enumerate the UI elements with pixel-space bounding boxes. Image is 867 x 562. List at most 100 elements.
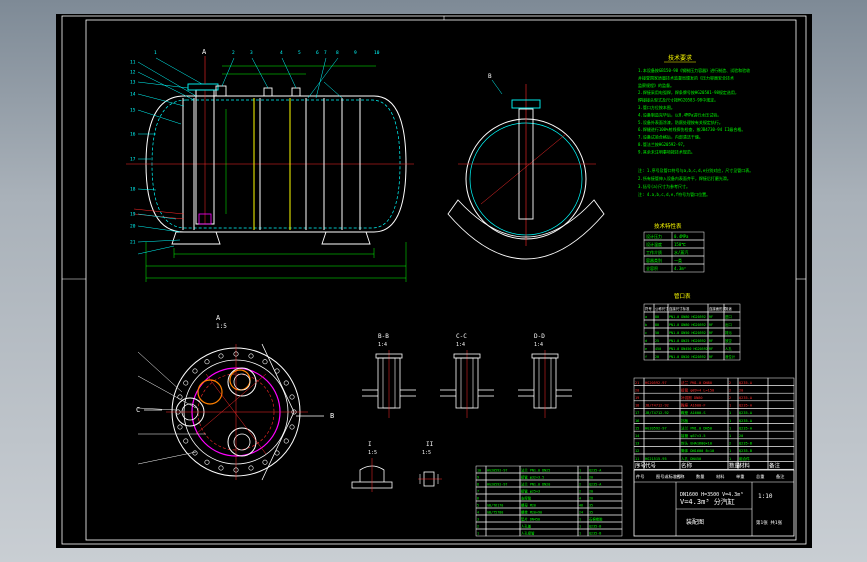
bom-cell: 4 bbox=[579, 496, 581, 500]
nozzle-table-cell: 50 bbox=[655, 331, 659, 335]
bom-cell: 封头 EHA1600×10 bbox=[681, 441, 712, 446]
nozzle-table: 管口表 符号 公称尺寸 连接尺寸标准 连接面形式 用途a 80 PN1.0 DN80 HG2… bbox=[643, 292, 741, 361]
part-tag: 11 bbox=[130, 60, 136, 66]
bom-cell: 2 bbox=[729, 388, 731, 392]
bom-cell: HG20592-97 bbox=[645, 381, 667, 385]
nozzle-table-cell: e bbox=[645, 347, 647, 351]
bom-cell: 2 bbox=[477, 524, 479, 528]
bom-cell: Q235-A bbox=[739, 426, 753, 430]
bom-cell: 1 bbox=[729, 457, 731, 461]
note-line: 6.焊缝进行100%射线探伤检查，按JB4730-94 II级合格。 bbox=[638, 126, 745, 132]
bom-cell: 接管 φ57×3.5 bbox=[681, 433, 706, 438]
note-line: 注: 1.序号及管口符号与a,b,c,d,e分别对应，尺寸见管口表。 bbox=[638, 167, 753, 173]
bom-cell: 3 bbox=[477, 517, 479, 521]
nozzle-table-cell: a bbox=[645, 315, 647, 319]
bom-cell: 螺母 M20 bbox=[521, 502, 536, 507]
nozzle-table-cell: RF bbox=[709, 355, 713, 359]
detail-a-view: A 1:5 B C bbox=[136, 314, 334, 481]
bom-cell: 1 bbox=[579, 475, 581, 479]
section-title: C-C bbox=[456, 333, 467, 340]
sheet-number: 第1张 共1张 bbox=[756, 519, 783, 526]
bolt-hole bbox=[204, 459, 210, 465]
bom-cell: 15 bbox=[635, 426, 639, 430]
nozzle-table-cell: 连接尺寸标准 bbox=[669, 306, 690, 311]
tech-table-label: 容器类别 bbox=[646, 257, 662, 263]
small-details: I 1:5 II 1:5 bbox=[351, 441, 442, 492]
nozzle-table-cell: RF bbox=[709, 331, 713, 335]
technical-notes: 技术要求 1.本设备按GB150-98《钢制压力容器》进行制造、试验和验收 并接… bbox=[638, 54, 753, 197]
bom-cell: 接管 φ25×3 bbox=[521, 488, 540, 493]
bolt-hole bbox=[248, 465, 254, 471]
note-line: 2.所有接管伸入设备内表面齐平，焊接后打磨光滑。 bbox=[638, 175, 731, 181]
bom-cell: 2 bbox=[579, 482, 581, 486]
part-tag: 14 bbox=[130, 92, 136, 98]
section-scale: 1:4 bbox=[456, 342, 465, 348]
bom-cell: 7 bbox=[477, 489, 479, 493]
bolt-hole bbox=[192, 450, 198, 456]
title-block-label: 总重 bbox=[756, 473, 764, 479]
bom-cell: Q235-A bbox=[589, 468, 601, 472]
bom-cell: 接管 φ89×4 L=150 bbox=[681, 387, 714, 392]
part-tag: 19 bbox=[130, 212, 136, 218]
tech-table-label: 全容积 bbox=[646, 265, 658, 271]
nozzle-table-cell: 进口 bbox=[725, 314, 732, 319]
nozzle-table-cell: RF bbox=[709, 323, 713, 327]
bom-cell: 1 bbox=[579, 531, 581, 535]
nozzle-table-cell: RF bbox=[709, 339, 713, 343]
nozzle-table-cell: PN1.0 DN80 HG20592 bbox=[669, 315, 706, 319]
bom-cell: 1 bbox=[729, 426, 731, 430]
drawing-sheet: A B A 1:5 B C B-B 1:4 C-C 1:4 D-D 1:4 I … bbox=[56, 14, 812, 548]
tech-table-value: 4.3m³ bbox=[674, 266, 686, 271]
part-tag: 6 bbox=[316, 50, 319, 56]
nozzle-table-cell: c bbox=[645, 331, 647, 335]
part-tag: 15 bbox=[130, 108, 136, 114]
section-views: B-B 1:4 C-C 1:4 D-D 1:4 bbox=[362, 333, 572, 418]
part-tag: 7 bbox=[324, 50, 327, 56]
detail-a-scale: 1:5 bbox=[216, 323, 227, 330]
bolt-hole bbox=[274, 450, 280, 456]
part-tag: 9 bbox=[354, 50, 357, 56]
bom-cell: Q235-A bbox=[739, 411, 753, 415]
detail-ii-scale: 1:5 bbox=[422, 450, 431, 456]
note-line: 4.设备制造完毕后，以0.4MPa进行水压试验。 bbox=[638, 111, 721, 117]
bom-cell: 10 bbox=[477, 468, 481, 472]
view-a-marker: A bbox=[202, 48, 207, 56]
nozzle-table-cell: 放空 bbox=[725, 338, 732, 343]
bom-cell: 人孔接管 bbox=[521, 530, 535, 535]
bom-cell: 17 bbox=[635, 411, 639, 415]
nozzle-table-cell: PN1.0 DN450 HG20592 bbox=[669, 347, 708, 351]
nozzle-table-title: 管口表 bbox=[674, 292, 691, 300]
bom-cell: 20 bbox=[739, 434, 743, 438]
part-tag: 1 bbox=[154, 50, 157, 56]
bom-cell: 14 bbox=[635, 434, 639, 438]
detail-i-title: I bbox=[368, 441, 372, 448]
note-line: 3.管口方位按本图。 bbox=[638, 104, 675, 110]
nozzle-table-cell: 450 bbox=[655, 347, 661, 351]
bom-cell: 补强圈 DN80 bbox=[681, 395, 703, 400]
nozzle-table-cell: 人孔 bbox=[725, 346, 732, 351]
bolt-hole bbox=[289, 424, 295, 430]
note-line: 1.本设备按GB150-98《钢制压力容器》进行制造、试验和验收 bbox=[638, 67, 750, 73]
bom-cell: 法兰 PN1.0 DN25 bbox=[521, 467, 550, 472]
bom-cell: 法兰 PN1.0 DN50 bbox=[681, 425, 712, 430]
bolt-hole bbox=[192, 368, 198, 374]
bom-cell: Q235-B bbox=[739, 442, 752, 446]
bom-cell: 18 bbox=[635, 404, 639, 408]
nozzle-table-cell: 排污 bbox=[725, 330, 732, 335]
nozzle-table-cell: 公称尺寸 bbox=[655, 306, 669, 311]
cad-drawing: A B A 1:5 B C B-B1:4C-C1:4D-D1:4 I 1:5 I… bbox=[61, 15, 807, 545]
bolt-hole bbox=[274, 368, 280, 374]
bom-cell: 48 bbox=[579, 503, 583, 507]
title-block-label: 数量 bbox=[696, 473, 704, 480]
bom-right: 21 HG20592-97 法兰 PN1.0 DN80 2 Q235-A20 接管 φ89… bbox=[633, 377, 795, 470]
title-block-label: 件号 bbox=[636, 473, 644, 480]
part-tag: 2 bbox=[232, 50, 235, 56]
bom-cell: 挡板 bbox=[681, 418, 689, 423]
detail-a-title: A bbox=[216, 314, 221, 322]
part-tag: 12 bbox=[130, 70, 136, 76]
bolt-hole bbox=[289, 394, 295, 400]
nozzle-table-cell: 20 bbox=[655, 355, 659, 359]
notes-title: 技术要求 bbox=[668, 54, 692, 62]
bolt-hole bbox=[262, 459, 268, 465]
nozzle-table-cell: 80 bbox=[655, 323, 659, 327]
